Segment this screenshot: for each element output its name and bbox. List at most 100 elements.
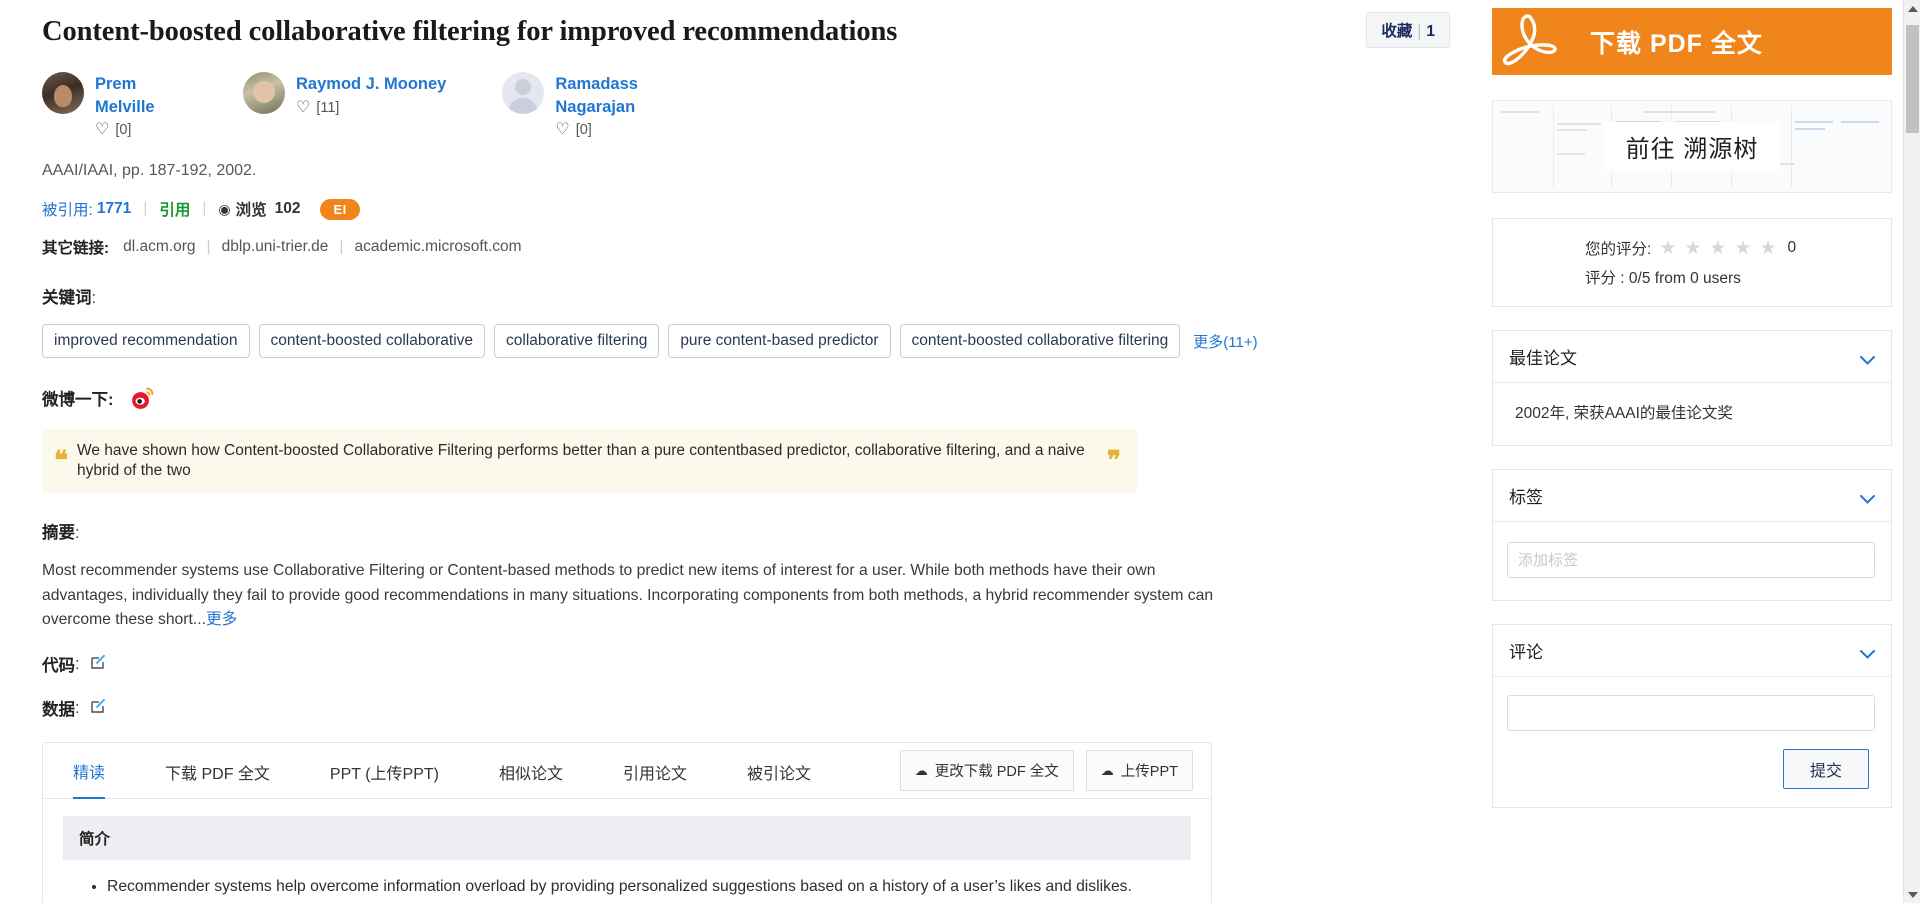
avatar[interactable] bbox=[42, 72, 84, 115]
code-row: 代码: bbox=[42, 652, 1450, 676]
collect-separator: | bbox=[1417, 23, 1422, 40]
quote-open-icon: ❝ bbox=[54, 446, 68, 476]
keywords-more-link[interactable]: 更多(11+) bbox=[1193, 331, 1257, 352]
author-like-row: ♡ [0] bbox=[555, 122, 647, 139]
star-icon[interactable]: ★ bbox=[1659, 239, 1676, 258]
edit-icon[interactable] bbox=[90, 697, 107, 719]
tags-title: 标签 bbox=[1509, 488, 1543, 507]
divider: | bbox=[206, 238, 211, 255]
divider: | bbox=[339, 238, 344, 255]
chevron-down-icon[interactable] bbox=[1860, 646, 1875, 659]
weibo-label: 微博一下: bbox=[42, 391, 114, 409]
keyword-chip[interactable]: improved recommendation bbox=[42, 324, 250, 358]
tab-download-pdf[interactable]: 下载 PDF 全文 bbox=[165, 744, 270, 798]
data-label: 数据 bbox=[42, 701, 75, 720]
keyword-chip[interactable]: content-boosted collaborative bbox=[258, 324, 486, 358]
cite-button[interactable]: 引用 bbox=[159, 198, 190, 220]
comments-header[interactable]: 评论 bbox=[1493, 625, 1891, 677]
tab-citing-papers[interactable]: 引用论文 bbox=[623, 744, 687, 798]
other-links-row: 其它链接: dl.acm.org | dblp.uni-trier.de | a… bbox=[42, 236, 1450, 258]
scroll-down-button[interactable] bbox=[1904, 886, 1920, 903]
star-icon[interactable]: ★ bbox=[1684, 239, 1701, 258]
author-name-link[interactable]: Raymod J. Mooney bbox=[296, 73, 446, 95]
tab-ppt[interactable]: PPT (上传PPT) bbox=[330, 744, 439, 798]
cloud-icon: ☁ bbox=[1100, 762, 1114, 778]
collect-button[interactable]: 收藏 | 1 bbox=[1366, 12, 1450, 48]
keyword-chip[interactable]: pure content-based predictor bbox=[668, 324, 891, 358]
keywords-heading: 关键词: bbox=[42, 289, 97, 307]
best-paper-header[interactable]: 最佳论文 bbox=[1493, 331, 1891, 383]
add-tag-input[interactable] bbox=[1507, 542, 1875, 578]
avatar[interactable] bbox=[502, 72, 545, 115]
author-info: Prem Melville ♡ [0] bbox=[95, 72, 187, 138]
submit-row: 提交 bbox=[1507, 749, 1875, 789]
tags-panel: 标签 bbox=[1492, 469, 1892, 601]
views-count: 102 bbox=[274, 200, 301, 217]
highlight-quote: ❝ We have shown how Content-boosted Coll… bbox=[42, 429, 1137, 494]
views-label: 浏览 bbox=[235, 202, 267, 219]
tab-intensive-reading[interactable]: 精读 bbox=[73, 743, 106, 799]
keyword-chip[interactable]: collaborative filtering bbox=[494, 324, 660, 358]
weibo-icon[interactable] bbox=[130, 387, 154, 410]
star-icon[interactable]: ★ bbox=[1760, 239, 1777, 258]
change-download-pdf-button[interactable]: ☁ 更改下载 PDF 全文 bbox=[899, 750, 1074, 792]
author-like-row: ♡ [11] bbox=[296, 99, 446, 116]
views-group: ◉ 浏览 102 bbox=[218, 198, 300, 220]
other-link[interactable]: dblp.uni-trier.de bbox=[222, 238, 329, 256]
collect-count: 1 bbox=[1426, 23, 1435, 40]
other-link[interactable]: academic.microsoft.com bbox=[354, 238, 521, 256]
best-paper-panel: 最佳论文 2002年, 荣获AAAI的最佳论文奖 bbox=[1492, 330, 1892, 446]
upload-ppt-button[interactable]: ☁ 上传PPT bbox=[1085, 750, 1193, 792]
keyword-list: improved recommendation content-boosted … bbox=[42, 324, 1450, 358]
change-download-pdf-label: 更改下载 PDF 全文 bbox=[934, 764, 1059, 781]
tabs-card: 精读 下载 PDF 全文 PPT (上传PPT) 相似论文 引用论文 被引论文 … bbox=[42, 742, 1212, 903]
author-like-count: [0] bbox=[115, 122, 132, 138]
cloud-icon: ☁ bbox=[914, 762, 928, 778]
submit-comment-button[interactable]: 提交 bbox=[1782, 749, 1869, 789]
pdf-icon bbox=[1500, 11, 1562, 73]
other-link[interactable]: dl.acm.org bbox=[123, 238, 195, 256]
author-name-link[interactable]: Prem Melville bbox=[95, 73, 187, 118]
chevron-down-icon[interactable] bbox=[1860, 352, 1875, 365]
keyword-chip[interactable]: content-boosted collaborative filtering bbox=[899, 324, 1181, 358]
author-item: Raymod J. Mooney ♡ [11] bbox=[243, 72, 446, 116]
metrics-row: 被引用: 1771 | 引用 | ◉ 浏览 102 EI bbox=[42, 198, 1450, 220]
comment-input[interactable] bbox=[1507, 695, 1875, 731]
scrollbar-thumb[interactable] bbox=[1906, 25, 1919, 133]
star-icon[interactable]: ★ bbox=[1734, 239, 1751, 258]
best-paper-title: 最佳论文 bbox=[1509, 349, 1577, 368]
heart-icon[interactable]: ♡ bbox=[296, 99, 310, 116]
origin-tree-card[interactable]: 前往 溯源树 bbox=[1492, 100, 1892, 193]
star-rating-widget[interactable]: ★ ★ ★ ★ ★ bbox=[1659, 239, 1776, 258]
abstract-more-link[interactable]: 更多 bbox=[206, 611, 237, 628]
abstract-heading-text: 摘要 bbox=[42, 524, 75, 543]
tab-cited-papers[interactable]: 被引论文 bbox=[747, 744, 811, 798]
cited-label: 被引用: bbox=[42, 202, 93, 219]
paper-detail-page: Content-boosted collaborative filtering … bbox=[0, 0, 1920, 903]
tab-similar-papers[interactable]: 相似论文 bbox=[499, 744, 563, 798]
chevron-down-icon[interactable] bbox=[1860, 491, 1875, 504]
abstract-text: Most recommender systems use Collaborati… bbox=[42, 559, 1217, 632]
scroll-up-button[interactable] bbox=[1904, 0, 1920, 17]
code-label: 代码 bbox=[42, 657, 75, 676]
avatar[interactable] bbox=[243, 72, 285, 115]
star-icon[interactable]: ★ bbox=[1709, 239, 1726, 258]
edit-icon[interactable] bbox=[90, 653, 107, 675]
heart-icon[interactable]: ♡ bbox=[95, 122, 109, 138]
page-scrollbar[interactable] bbox=[1903, 0, 1920, 903]
status-badge: EI bbox=[320, 198, 360, 220]
author-list: Prem Melville ♡ [0] Raymod J. Mooney ♡ [… bbox=[42, 72, 1450, 138]
cited-count[interactable]: 1771 bbox=[97, 200, 131, 218]
download-pdf-banner-button[interactable]: 下载 PDF 全文 bbox=[1492, 8, 1892, 75]
list-item: Recommender systems help overcome inform… bbox=[107, 874, 1191, 899]
author-item: Prem Melville ♡ [0] bbox=[42, 72, 187, 138]
heart-icon[interactable]: ♡ bbox=[555, 122, 569, 138]
tags-header[interactable]: 标签 bbox=[1493, 470, 1891, 522]
panel-section-title: 简介 bbox=[63, 816, 1191, 861]
author-info: Ramadass Nagarajan ♡ [0] bbox=[555, 72, 647, 138]
venue-text: AAAI/IAAI, pp. 187-192, 2002. bbox=[42, 162, 257, 179]
weibo-row: 微博一下: bbox=[42, 386, 1450, 410]
eye-icon: ◉ bbox=[218, 200, 231, 217]
author-name-link[interactable]: Ramadass Nagarajan bbox=[555, 73, 647, 118]
author-item: Ramadass Nagarajan ♡ [0] bbox=[502, 72, 647, 138]
